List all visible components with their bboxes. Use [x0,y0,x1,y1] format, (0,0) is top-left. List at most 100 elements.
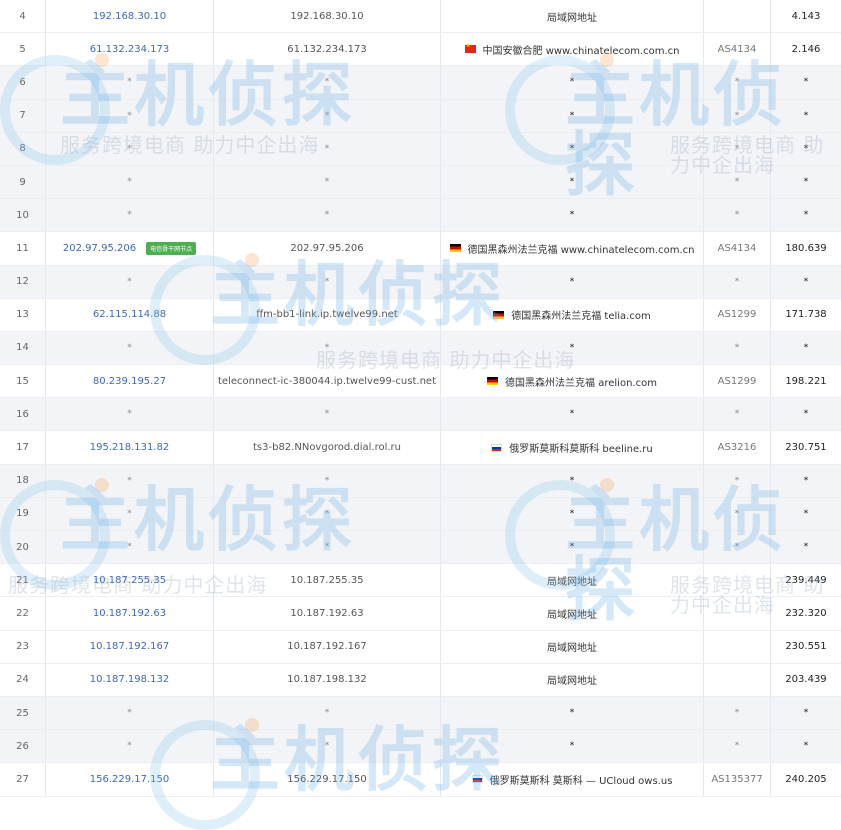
ip-link-text: * [127,741,132,752]
hop-number: 27 [0,763,45,795]
ip-link-text: 80.239.195.27 [92,375,167,387]
location: * [441,332,703,364]
hostname: 10.187.198.132 [214,664,440,696]
hop-number: 11 [0,232,45,264]
ip-link[interactable]: 10.187.192.63 [46,597,213,629]
hop-number-text: 25 [16,707,29,719]
latency-text: 180.639 [785,242,827,254]
hop-number-text: 10 [16,209,29,221]
ip-link[interactable]: 10.187.255.35 [46,564,213,596]
hostname-text: * [324,508,330,519]
location-text: * [569,409,575,420]
hop-number: 9 [0,166,45,198]
latency: 232.320 [771,597,841,629]
asn: * [704,332,770,364]
hop-number: 17 [0,431,45,463]
ip-link-text: * [127,409,132,420]
ip-link-text: 61.132.234.173 [89,43,170,55]
ip-link[interactable]: 10.187.198.132 [46,664,213,696]
ip-link: * [46,266,213,298]
latency: * [771,332,841,364]
asn-text: AS4134 [717,242,757,254]
table-row: 20 * * * * * [0,531,841,565]
location: 俄罗斯莫斯科 莫斯科 — UCloud ows.us [441,763,703,795]
table-row: 16 * * * * * [0,398,841,432]
table-row: 24 10.187.198.132 10.187.198.132 局域网地址 203.4… [0,663,841,697]
location: 局域网地址 [441,631,703,663]
asn-text: * [734,210,740,221]
latency: * [771,465,841,497]
hostname: 10.187.192.167 [214,631,440,663]
hop-number-text: 11 [16,242,29,254]
ip-link[interactable]: 80.239.195.27 [46,365,213,397]
ip-link[interactable]: 195.218.131.82 [46,431,213,463]
hostname: 61.132.234.173 [214,33,440,65]
latency-text: 171.738 [785,309,827,321]
location: 局域网地址 [441,564,703,596]
location-text: 局域网地址 [547,576,597,588]
asn: AS4134 [704,33,770,65]
asn [704,597,770,629]
hostname-text: 192.168.30.10 [290,10,364,22]
ip-link[interactable]: 61.132.234.173 [46,33,213,65]
latency-text: * [803,475,809,486]
location-text: 局域网地址 [547,609,597,621]
hostname: * [214,100,440,132]
hop-number: 10 [0,199,45,231]
latency: 2.146 [771,33,841,65]
location: * [441,465,703,497]
flag-de-icon [487,377,499,386]
hop-number-text: 8 [19,143,26,155]
latency-text: * [803,276,809,287]
location: * [441,66,703,98]
asn: * [704,531,770,563]
hostname: * [214,133,440,165]
asn: * [704,266,770,298]
latency: * [771,166,841,198]
location: 德国黑森州法兰克福 www.chinatelecom.com.cn [441,232,703,264]
ip-link[interactable]: 156.229.17.150 [46,763,213,795]
hop-number: 16 [0,398,45,430]
hostname-text: * [324,210,330,221]
ip-link-text: * [127,276,132,287]
latency-text: * [803,708,809,719]
latency-text: 230.551 [785,641,827,653]
table-row: 4 192.168.30.10 192.168.30.10 局域网地址 4.143 [0,0,841,34]
hostname-text: 10.187.198.132 [287,674,367,686]
table-row: 8 * * * * * [0,132,841,166]
asn [704,0,770,32]
hop-number-text: 9 [19,176,26,188]
location-text: * [569,77,575,88]
latency: * [771,199,841,231]
hop-number: 6 [0,66,45,98]
latency: 171.738 [771,299,841,331]
hostname: ffm-bb1-link.ip.twelve99.net [214,299,440,331]
hop-number-text: 26 [16,740,29,752]
asn-text: * [734,508,740,519]
flag-ru-icon [491,443,503,452]
hop-number: 14 [0,332,45,364]
ip-link[interactable]: 202.97.95.206 电信骨干网节点 [46,232,213,264]
ip-link-text: * [127,708,132,719]
location-text: * [569,110,575,121]
location: 德国黑森州法兰克福 telia.com [441,299,703,331]
hop-number-text: 7 [19,110,26,122]
asn: AS4134 [704,232,770,264]
hostname-text: * [324,143,330,154]
asn-text: AS4134 [717,43,757,55]
ip-link: * [46,100,213,132]
ip-link[interactable]: 10.187.192.167 [46,631,213,663]
latency: * [771,697,841,729]
hostname: 10.187.192.63 [214,597,440,629]
ip-link[interactable]: 62.115.114.88 [46,299,213,331]
asn: AS1299 [704,365,770,397]
table-row: 5 61.132.234.173 61.132.234.173 中国安徽合肥 www.… [0,33,841,67]
table-row: 7 * * * * * [0,99,841,133]
hop-number-text: 18 [16,475,29,487]
ip-link-text: * [127,475,132,486]
latency: * [771,66,841,98]
ip-link[interactable]: 192.168.30.10 [46,0,213,32]
asn: * [704,730,770,762]
hostname-text: 61.132.234.173 [287,43,367,55]
table-row: 19 * * * * * [0,497,841,531]
